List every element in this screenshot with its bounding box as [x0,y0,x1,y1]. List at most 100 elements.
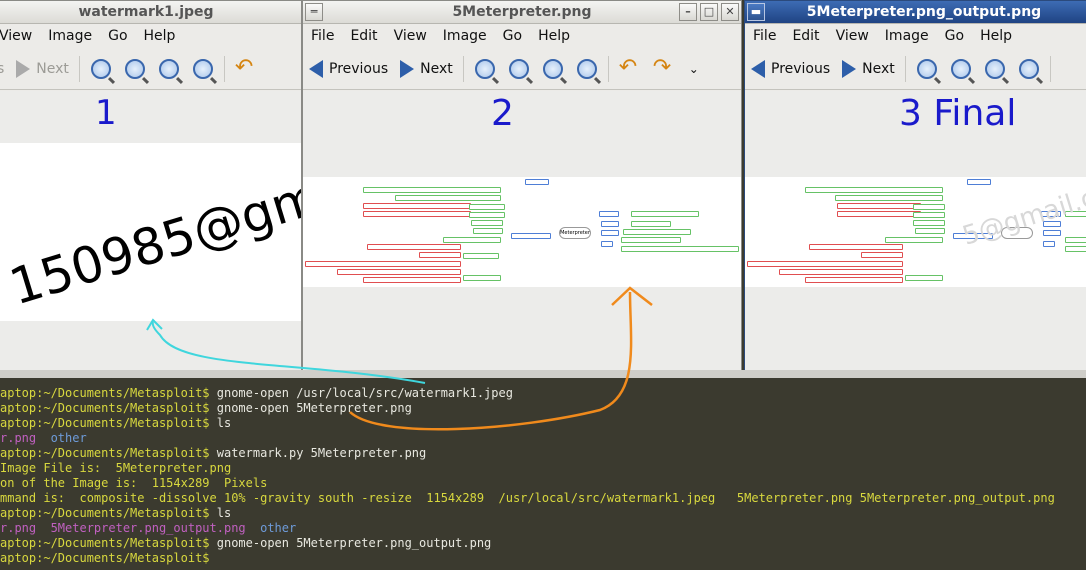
menu-go[interactable]: Go [100,28,135,44]
next-arrow-icon [16,59,31,78]
previous-button[interactable]: Previous [303,53,394,85]
image-canvas: 2 Meterpreter [303,91,741,377]
mindmap-node [363,187,501,193]
zoom-in-icon[interactable] [474,58,495,79]
next-arrow-icon [842,59,857,78]
menu-view[interactable]: View [0,28,40,44]
next-button[interactable]: Next [10,53,75,85]
mindmap-node [473,228,503,234]
previous-arrow-icon [751,59,765,78]
mindmap-node [471,220,503,226]
next-arrow-icon [400,59,415,78]
window-menu-icon[interactable]: ▬ [747,3,765,21]
menubar: View Image Go Help [0,24,301,48]
mindmap-node [469,212,505,218]
menu-file[interactable]: File [745,28,784,44]
rotate-right-icon[interactable]: ↷ [653,56,675,79]
overlay-label: 1 [95,93,117,133]
mindmap-node [913,204,945,210]
separator [607,55,609,82]
toolbar: Previous Next [745,48,1086,90]
mindmap-node [805,187,943,193]
zoom-out-icon[interactable] [124,58,145,79]
next-button[interactable]: Next [394,53,459,85]
mindmap-node [525,179,549,185]
zoom-fit-icon[interactable] [192,58,213,79]
window-title: ═ 5Meterpreter.png – □ ✕ [303,1,741,24]
mindmap-node [631,211,699,217]
mindmap-node [621,246,739,252]
menu-image[interactable]: Image [40,28,100,44]
menu-image[interactable]: Image [877,28,937,44]
terminal-line: aptop:~/Documents/Metasploit$ ls [0,506,232,520]
terminal-line: aptop:~/Documents/Metasploit$ gnome-open… [0,386,513,400]
image-canvas: 3 Final 5@gmail.co [745,91,1086,377]
overlay-label: 3 Final [899,93,1017,134]
mindmap-node [747,261,903,267]
desktop-strip [0,370,1086,378]
menu-image[interactable]: Image [435,28,495,44]
zoom-in-icon[interactable] [916,58,937,79]
previous-arrow-icon [309,59,323,78]
mindmap-node [809,244,903,250]
terminal[interactable]: aptop:~/Documents/Metasploit$ gnome-open… [0,378,1086,570]
mindmap-node [367,244,461,250]
mindmap-node [419,252,461,258]
mindmap-node [363,203,471,209]
menu-edit[interactable]: Edit [342,28,385,44]
zoom-out-icon[interactable] [950,58,971,79]
zoom-normal-icon[interactable] [542,58,563,79]
zoom-fit-icon[interactable] [576,58,597,79]
menu-help[interactable]: Help [972,28,1020,44]
window-menu-buttons: ═ [305,3,323,21]
terminal-line: r.png other [0,431,87,445]
mindmap-node [599,211,619,217]
image-viewer-window-2: ═ 5Meterpreter.png – □ ✕ File Edit View … [302,0,742,378]
mindmap-node [463,275,501,281]
menu-edit[interactable]: Edit [784,28,827,44]
mindmap-node [837,203,921,209]
terminal-line: aptop:~/Documents/Metasploit$ gnome-open… [0,536,492,550]
toolbar: Previous Next ↶ ↷ ⌄ [303,48,741,90]
mindmap-node [305,261,461,267]
mindmap-node [363,211,471,217]
menu-go[interactable]: Go [495,28,530,44]
zoom-out-icon[interactable] [508,58,529,79]
mindmap-node [1065,246,1086,252]
mindmap-node [1043,230,1061,236]
terminal-line: Image File is: 5Meterpreter.png [0,461,232,475]
menu-file[interactable]: File [303,28,342,44]
mindmap-node [469,204,505,210]
previous-button[interactable]: s [0,53,10,85]
chevron-down-icon[interactable]: ⌄ [689,62,699,76]
menu-help[interactable]: Help [136,28,184,44]
image-viewer-window-3: ▬ 5Meterpreter.png_output.png File Edit … [744,0,1086,378]
mindmap-node [779,269,903,275]
rotate-left-icon[interactable]: ↶ [619,56,641,79]
mindmap-node [905,275,943,281]
menu-view[interactable]: View [386,28,435,44]
menu-view[interactable]: View [828,28,877,44]
next-button[interactable]: Next [836,53,901,85]
menubar: File Edit View Image Go Help [745,24,1086,48]
menu-go[interactable]: Go [937,28,972,44]
image-canvas: 1 150985@gmail.co [0,91,301,377]
close-icon[interactable]: ✕ [721,3,739,21]
menu-help[interactable]: Help [530,28,578,44]
previous-button[interactable]: Previous [745,53,836,85]
mindmap-node [601,221,619,227]
watermark-text: 150985@gmail.co [3,128,302,317]
mindmap-node [631,221,671,227]
maximize-icon[interactable]: □ [700,3,718,21]
window-menu-buttons: ▬ [747,3,765,21]
zoom-fit-icon[interactable] [1018,58,1039,79]
minimize-icon[interactable]: – [679,3,697,21]
mindmap-node [967,179,991,185]
zoom-normal-icon[interactable] [984,58,1005,79]
rotate-left-icon[interactable]: ↶ [235,56,257,79]
separator [904,55,906,82]
mindmap-node [463,253,499,259]
zoom-normal-icon[interactable] [158,58,179,79]
window-menu-icon[interactable]: ═ [305,3,323,21]
zoom-in-icon[interactable] [90,58,111,79]
